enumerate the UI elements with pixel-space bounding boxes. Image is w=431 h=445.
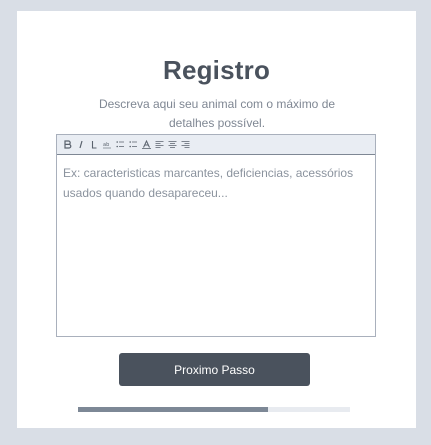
next-step-button[interactable]: Proximo Passo bbox=[119, 353, 310, 386]
editor-toolbar: ab bbox=[57, 135, 375, 155]
align-left-icon[interactable] bbox=[154, 138, 164, 152]
link-icon[interactable] bbox=[89, 138, 99, 152]
font-color-icon[interactable] bbox=[141, 138, 151, 152]
progress-bar bbox=[78, 407, 350, 412]
editor-placeholder[interactable]: Ex: caracteristicas marcantes, deficienc… bbox=[57, 155, 375, 203]
bold-icon[interactable] bbox=[63, 138, 73, 152]
ordered-list-icon[interactable] bbox=[115, 138, 125, 152]
bullet-list-icon[interactable] bbox=[128, 138, 138, 152]
registration-card: Registro Descreva aqui seu animal com o … bbox=[17, 11, 416, 428]
description-editor[interactable]: ab Ex: caracteristicas marcantes, defici… bbox=[56, 134, 376, 337]
page-subtitle: Descreva aqui seu animal com o máximo de… bbox=[98, 97, 336, 130]
underline-icon[interactable]: ab bbox=[102, 138, 112, 152]
align-right-icon[interactable] bbox=[180, 138, 190, 152]
italic-icon[interactable] bbox=[76, 138, 86, 152]
svg-text:ab: ab bbox=[103, 142, 109, 148]
page-title: Registro bbox=[162, 55, 271, 85]
align-center-icon[interactable] bbox=[167, 138, 177, 152]
progress-bar-fill bbox=[78, 407, 269, 412]
